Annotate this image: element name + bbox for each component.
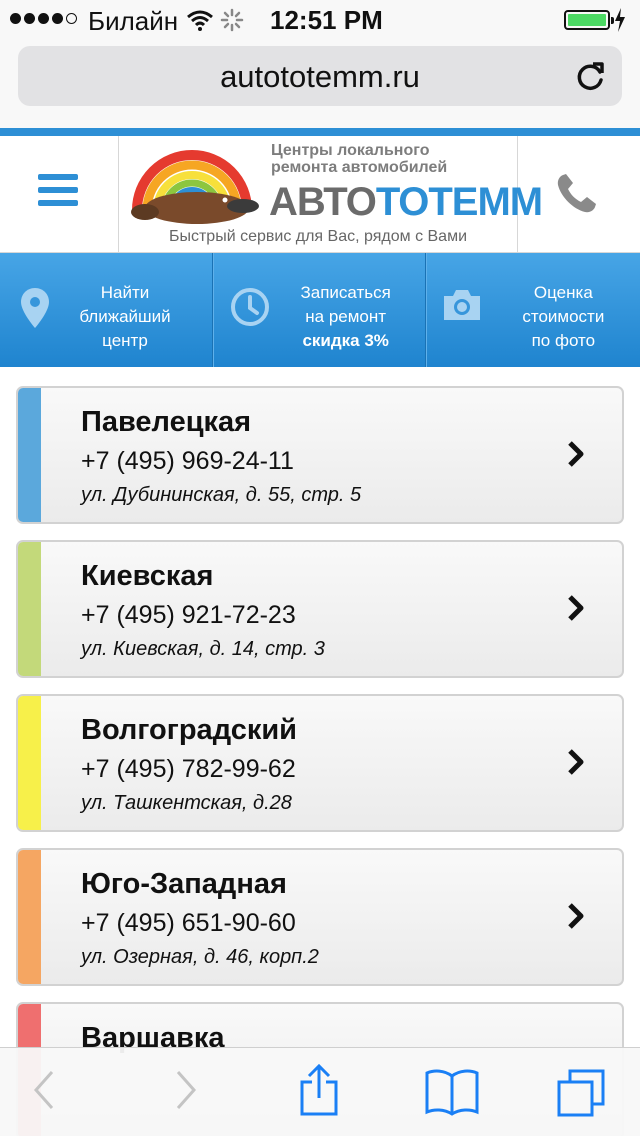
phone-icon[interactable] bbox=[554, 172, 598, 216]
book-repair-button[interactable]: Записаться на ремонт скидка 3% bbox=[214, 253, 428, 367]
status-bar: Билайн 12:51 PM bbox=[0, 0, 640, 40]
center-address: ул. Киевская, д. 14, стр. 3 bbox=[81, 638, 325, 660]
clock-time: 12:51 PM bbox=[270, 5, 383, 35]
location-pin-icon bbox=[21, 288, 49, 328]
center-color-stripe bbox=[18, 696, 41, 830]
center-phone: +7 (495) 782-99-62 bbox=[81, 755, 296, 783]
list-item[interactable]: Павелецкая +7 (495) 969-24-11 ул. Дубини… bbox=[16, 386, 624, 524]
find-nearest-center-label: Найти ближайший центр bbox=[79, 283, 171, 350]
center-name: Павелецкая bbox=[81, 406, 252, 438]
site-header: Центры локального ремонта автомобилей АВ… bbox=[0, 136, 640, 253]
center-address: ул. Дубининская, д. 55, стр. 5 bbox=[81, 484, 362, 506]
logo-tagline: Центры локального ремонта автомобилей bbox=[271, 142, 448, 176]
find-nearest-center-button[interactable]: Найти ближайший центр bbox=[0, 253, 214, 367]
clock-icon bbox=[230, 288, 269, 326]
center-phone: +7 (495) 921-72-23 bbox=[81, 601, 296, 629]
bookmarks-icon[interactable] bbox=[424, 1068, 480, 1116]
url-text[interactable]: autototemm.ru bbox=[18, 59, 622, 95]
chevron-right-icon bbox=[568, 441, 584, 467]
center-name: Юго-Западная bbox=[81, 868, 287, 900]
wifi-icon bbox=[187, 10, 213, 31]
browser-address-area: autototemm.ru bbox=[0, 40, 640, 128]
center-phone: +7 (495) 651-90-60 bbox=[81, 909, 296, 937]
battery-icon bbox=[564, 10, 614, 30]
forward-chevron-icon[interactable] bbox=[172, 1068, 200, 1112]
center-name: Волгоградский bbox=[81, 714, 298, 746]
center-address: ул. Ташкентская, д.28 bbox=[81, 792, 292, 814]
list-item[interactable]: Волгоградский +7 (495) 782-99-62 ул. Таш… bbox=[16, 694, 624, 832]
center-address: ул. Озерная, д. 46, корп.2 bbox=[81, 946, 319, 968]
photo-estimate-label: Оценка стоимости по фото bbox=[522, 283, 605, 350]
hamburger-icon[interactable] bbox=[38, 174, 78, 206]
back-chevron-icon[interactable] bbox=[30, 1068, 58, 1112]
share-icon[interactable] bbox=[298, 1064, 340, 1116]
chevron-right-icon bbox=[568, 595, 584, 621]
chevron-right-icon bbox=[568, 749, 584, 775]
tabs-icon[interactable] bbox=[556, 1068, 606, 1118]
site-logo[interactable]: Центры локального ремонта автомобилей АВ… bbox=[118, 136, 543, 253]
chevron-right-icon bbox=[568, 903, 584, 929]
reload-icon[interactable] bbox=[576, 60, 606, 92]
quick-actions-bar: Найти ближайший центр Записаться на ремо… bbox=[0, 253, 640, 367]
signal-strength-icon bbox=[10, 13, 77, 24]
center-color-stripe bbox=[18, 850, 41, 984]
center-phone: +7 (495) 969-24-11 bbox=[81, 447, 294, 475]
camera-icon bbox=[444, 290, 481, 320]
brand-name: АВТОТОТЕММ bbox=[269, 180, 543, 224]
book-repair-label: Записаться на ремонт скидка 3% bbox=[300, 283, 391, 350]
center-color-stripe bbox=[18, 542, 41, 676]
address-bar[interactable]: autototemm.ru bbox=[18, 46, 622, 106]
browser-toolbar bbox=[0, 1047, 640, 1136]
center-color-stripe bbox=[18, 388, 41, 522]
header-accent-line bbox=[0, 128, 640, 136]
list-item[interactable]: Киевская +7 (495) 921-72-23 ул. Киевская… bbox=[16, 540, 624, 678]
charging-bolt-icon bbox=[615, 8, 625, 32]
logo-slogan: Быстрый сервис для Вас, рядом с Вами bbox=[168, 228, 468, 245]
photo-estimate-button[interactable]: Оценка стоимости по фото bbox=[427, 253, 640, 367]
center-name: Киевская bbox=[81, 560, 214, 592]
carrier-name: Билайн bbox=[88, 6, 179, 36]
platypus-mascot-icon bbox=[131, 150, 259, 224]
activity-spinner-icon bbox=[220, 8, 244, 32]
list-item[interactable]: Юго-Западная +7 (495) 651-90-60 ул. Озер… bbox=[16, 848, 624, 986]
